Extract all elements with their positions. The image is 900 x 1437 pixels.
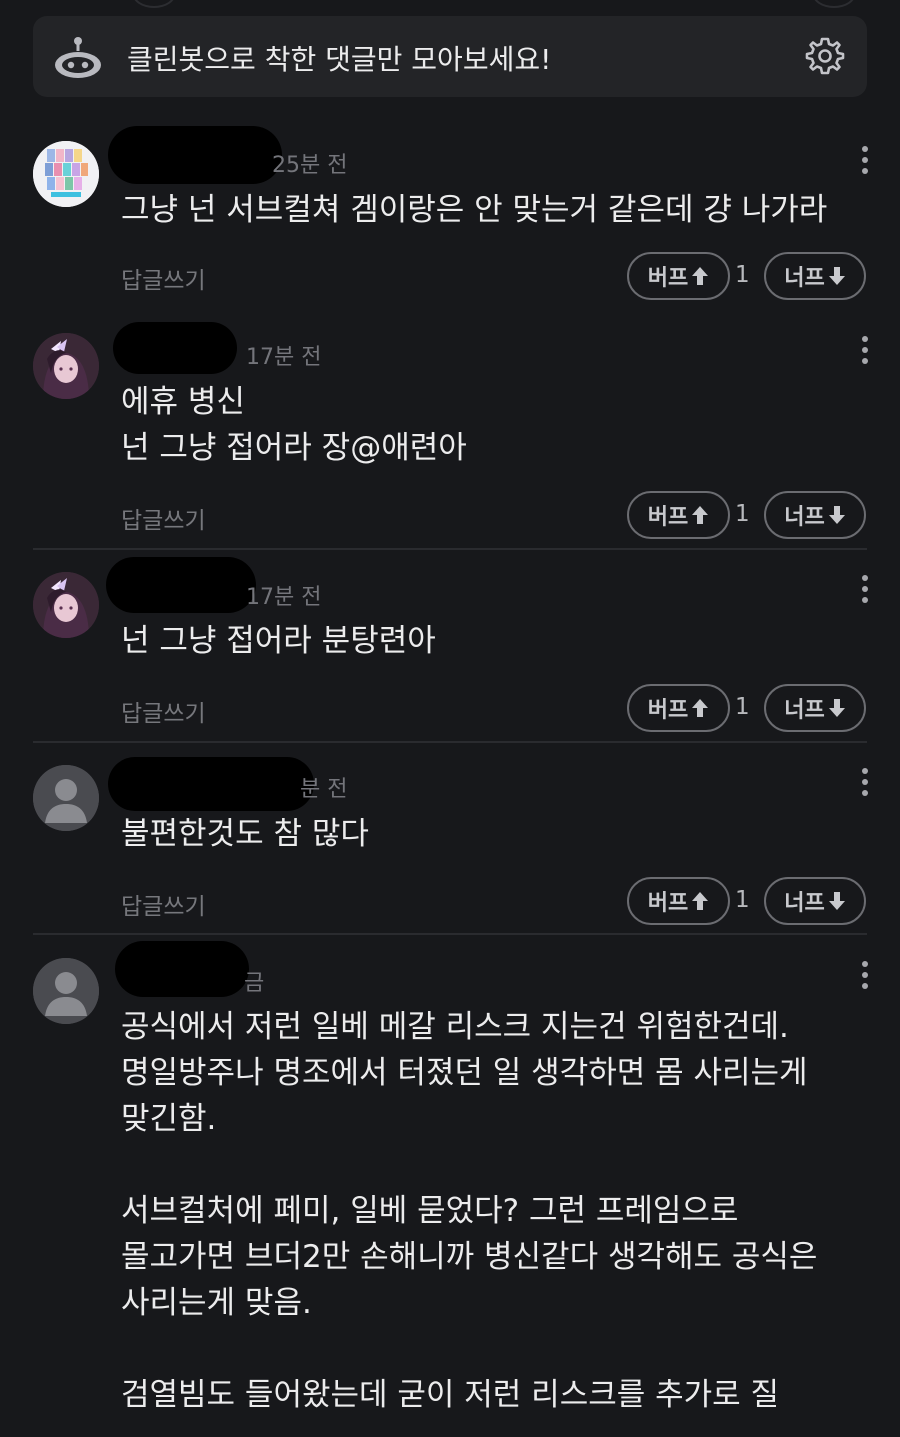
arrow-up-icon — [692, 699, 709, 717]
previous-content-edge — [0, 0, 900, 12]
comment-line: 명일방주나 명조에서 터졌던 일 생각하면 몸 사리는게 — [121, 1055, 808, 1091]
buff-count: 1 — [735, 694, 750, 720]
comment-line: 에휴 병신 — [121, 384, 245, 420]
reply-button[interactable]: 답글쓰기 — [121, 887, 206, 921]
buff-button[interactable]: 버프 — [627, 877, 730, 925]
avatar-image — [33, 333, 99, 399]
nerf-button[interactable]: 너프 — [764, 877, 866, 925]
avatar[interactable] — [33, 572, 99, 638]
reply-button[interactable]: 답글쓰기 — [121, 261, 206, 295]
nerf-label: 너프 — [784, 698, 825, 723]
comment-line: 공식에서 저런 일베 메갈 리스크 지는건 위험한건데. — [121, 1009, 789, 1045]
redacted-username — [106, 557, 256, 613]
redacted-username — [115, 941, 249, 997]
arrow-down-icon — [828, 506, 845, 524]
arrow-down-icon — [828, 699, 845, 717]
cleanbot-banner[interactable]: 클린봇으로 착한 댓글만 모아보세요! — [33, 16, 867, 97]
buff-label: 버프 — [647, 698, 689, 723]
comment-line: 몰고가면 브더2만 손해니까 병신같다 생각해도 공식은 — [121, 1239, 818, 1275]
buff-label: 버프 — [647, 891, 689, 916]
more-options-icon[interactable] — [855, 765, 875, 801]
comment-line: 사리는게 맞음. — [121, 1285, 312, 1321]
comment-body: 불편한것도 참 많다 — [121, 811, 861, 857]
comment-body: 그냥 넌 서브컬쳐 겜이랑은 안 맞는거 같은데 걍 나가라 — [121, 187, 861, 233]
comment-line: 맞긴함. — [121, 1101, 217, 1137]
avatar[interactable] — [33, 333, 99, 399]
comment-time: 25분 전 — [272, 153, 348, 178]
default-avatar-icon — [33, 958, 99, 1024]
divider — [33, 548, 867, 550]
nerf-button[interactable]: 너프 — [764, 684, 866, 732]
avatar-image — [33, 141, 99, 207]
buff-label: 버프 — [647, 505, 689, 530]
comment-body: 에휴 병신 넌 그냥 접어라 장@애련아 — [121, 379, 861, 471]
comment-body: 공식에서 저런 일베 메갈 리스크 지는건 위험한건데. 명일방주나 명조에서 … — [121, 1004, 861, 1418]
nerf-label: 너프 — [784, 891, 825, 916]
buff-count: 1 — [735, 887, 750, 913]
buff-button[interactable]: 버프 — [627, 684, 730, 732]
reply-button[interactable]: 답글쓰기 — [121, 694, 206, 728]
arrow-up-icon — [692, 267, 709, 285]
nerf-label: 너프 — [784, 505, 825, 530]
buff-count: 1 — [735, 501, 750, 527]
arrow-up-icon — [692, 892, 709, 910]
gear-icon[interactable] — [805, 36, 845, 76]
redacted-username — [108, 757, 314, 811]
more-options-icon[interactable] — [855, 958, 875, 994]
previous-icon-edge — [812, 0, 856, 8]
arrow-down-icon — [828, 267, 845, 285]
more-options-icon[interactable] — [855, 333, 875, 369]
redacted-username — [113, 322, 237, 374]
buff-button[interactable]: 버프 — [627, 252, 730, 300]
buff-count: 1 — [735, 262, 750, 288]
reply-button[interactable]: 답글쓰기 — [121, 501, 206, 535]
divider — [33, 933, 867, 935]
buff-label: 버프 — [647, 266, 689, 291]
avatar[interactable] — [33, 765, 99, 831]
arrow-up-icon — [692, 506, 709, 524]
arrow-down-icon — [828, 892, 845, 910]
divider — [33, 741, 867, 743]
robot-icon — [55, 37, 101, 78]
comment-line: 넌 그냥 접어라 분탕련아 — [121, 623, 436, 659]
default-avatar-icon — [33, 765, 99, 831]
cleanbot-text: 클린봇으로 착한 댓글만 모아보세요! — [127, 43, 552, 76]
comment-line: 검열빔도 들어왔는데 굳이 저런 리스크를 추가로 질 — [121, 1377, 780, 1413]
comment-body: 넌 그냥 접어라 분탕련아 — [121, 618, 861, 664]
avatar[interactable] — [33, 141, 99, 207]
comment-time: 금 — [244, 971, 265, 996]
comment-line: 그냥 넌 서브컬쳐 겜이랑은 안 맞는거 같은데 걍 나가라 — [121, 192, 828, 228]
nerf-button[interactable]: 너프 — [764, 252, 866, 300]
redacted-username — [108, 126, 282, 184]
comment-line: 서브컬처에 페미, 일베 묻었다? 그런 프레임으로 — [121, 1193, 739, 1229]
comment-time: 분 전 — [300, 777, 348, 802]
comment-time: 17분 전 — [246, 345, 322, 370]
more-options-icon[interactable] — [855, 572, 875, 608]
avatar-image — [33, 572, 99, 638]
comment-line: 불편한것도 참 많다 — [121, 816, 369, 852]
buff-button[interactable]: 버프 — [627, 491, 730, 539]
avatar[interactable] — [33, 958, 99, 1024]
nerf-label: 너프 — [784, 266, 825, 291]
previous-icon-edge — [132, 0, 176, 8]
nerf-button[interactable]: 너프 — [764, 491, 866, 539]
more-options-icon[interactable] — [855, 143, 875, 179]
comment-line: 넌 그냥 접어라 장@애련아 — [121, 430, 467, 466]
comment-time: 17분 전 — [246, 585, 322, 610]
